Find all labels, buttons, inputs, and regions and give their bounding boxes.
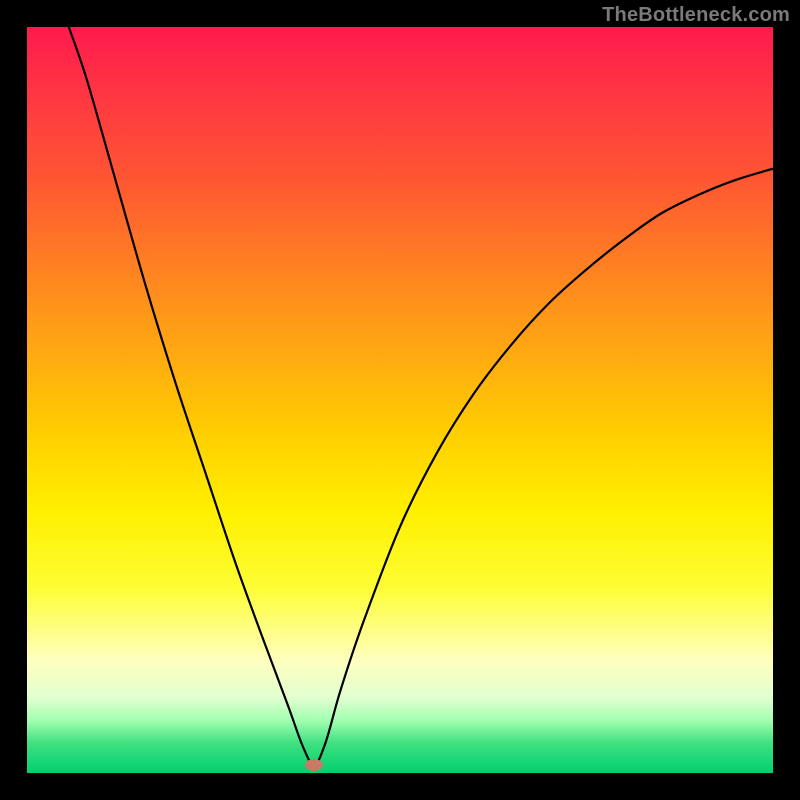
- bottleneck-curve: [69, 27, 773, 765]
- watermark-label: TheBottleneck.com: [602, 4, 790, 27]
- curve-svg: [27, 27, 773, 773]
- plot-area: [27, 27, 773, 773]
- minimum-marker: [305, 759, 323, 771]
- chart-frame: TheBottleneck.com: [0, 0, 800, 800]
